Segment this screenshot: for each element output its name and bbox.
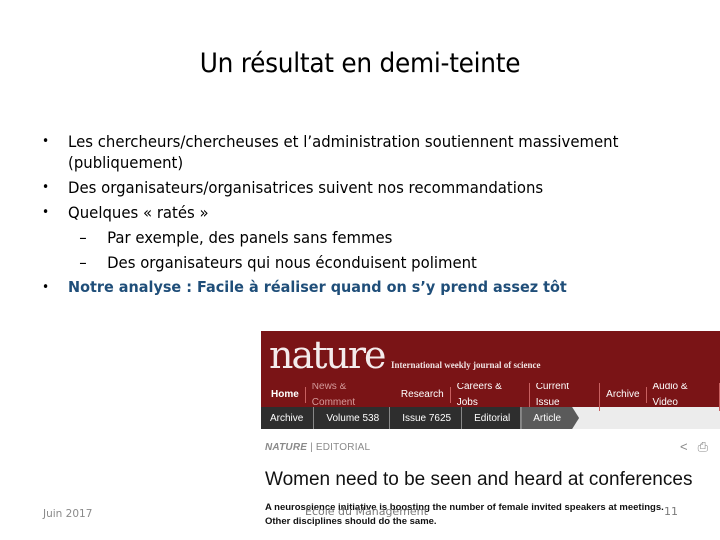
breadcrumb-archive[interactable]: Archive	[261, 407, 315, 429]
nav-current-issue[interactable]: Current Issue	[530, 379, 601, 411]
bullet-item: • Les chercheurs/chercheuses et l’admini…	[42, 131, 665, 152]
bullet-text: Des organisateurs/organisatrices suivent…	[68, 178, 544, 197]
sub-bullet-marker: –	[79, 228, 87, 247]
nature-logo[interactable]: nature	[269, 333, 387, 377]
breadcrumb-volume[interactable]: Volume 538	[314, 407, 391, 429]
nature-nav: Home News & Comment Research Careers & J…	[261, 379, 720, 411]
bullet-item: • Quelques « ratés »	[42, 202, 665, 223]
nature-header: nature International weekly journal of s…	[261, 331, 720, 383]
bullet-marker: •	[42, 205, 50, 220]
bullet-text: Les chercheurs/chercheuses et l’administ…	[68, 132, 619, 151]
bullet-text: (publiquement)	[68, 153, 184, 172]
breadcrumb-editorial[interactable]: Editorial	[462, 407, 522, 429]
bullet-item: • Des organisateurs/organisatrices suive…	[42, 177, 665, 198]
section-separator: |	[307, 442, 316, 453]
sub-bullet-marker: –	[79, 253, 87, 272]
nature-tagline: International weekly journal of science	[391, 360, 541, 370]
bullet-marker: •	[42, 134, 50, 149]
slide-title: Un résultat en demi-teinte	[199, 48, 521, 79]
footer-organization: Ecole du Management	[305, 505, 428, 518]
breadcrumb-article[interactable]: Article	[521, 407, 580, 429]
bullet-marker: •	[42, 280, 50, 295]
sub-bullet-item: – Des organisateurs qui nous éconduisent…	[42, 252, 665, 273]
article-section-label: NATURE | EDITORIAL	[265, 442, 370, 453]
bullet-text: Quelques « ratés »	[68, 203, 209, 222]
print-icon[interactable]: ⎙	[698, 439, 708, 455]
share-icon[interactable]: <	[680, 439, 688, 455]
journal-name: NATURE	[265, 442, 308, 453]
nav-home[interactable]: Home	[261, 387, 306, 403]
article-headline: Women need to be seen and heard at confe…	[265, 469, 693, 490]
nav-research[interactable]: Research	[395, 387, 451, 403]
bullet-text: Notre analyse : Facile à réaliser quand …	[68, 278, 567, 296]
footer-date: Juin 2017	[43, 508, 93, 520]
nav-archive[interactable]: Archive	[600, 387, 647, 403]
bullet-text: Par exemple, des panels sans femmes	[107, 228, 393, 247]
bullet-text: Des organisateurs qui nous éconduisent p…	[107, 253, 477, 272]
article-type: EDITORIAL	[315, 442, 371, 453]
breadcrumb-issue[interactable]: Issue 7625	[390, 407, 463, 429]
nav-audio-video[interactable]: Audio & Video	[647, 379, 720, 411]
article-tools: < ⎙	[680, 439, 708, 455]
bullet-list: • Les chercheurs/chercheuses et l’admini…	[42, 131, 712, 298]
sub-bullet-item: – Par exemple, des panels sans femmes	[42, 227, 665, 248]
bullet-item-highlight: • Notre analyse : Facile à réaliser quan…	[42, 277, 665, 298]
slide-number: 11	[664, 505, 678, 518]
bullet-item-continuation: (publiquement)	[42, 152, 665, 173]
bullet-marker: •	[42, 180, 50, 195]
